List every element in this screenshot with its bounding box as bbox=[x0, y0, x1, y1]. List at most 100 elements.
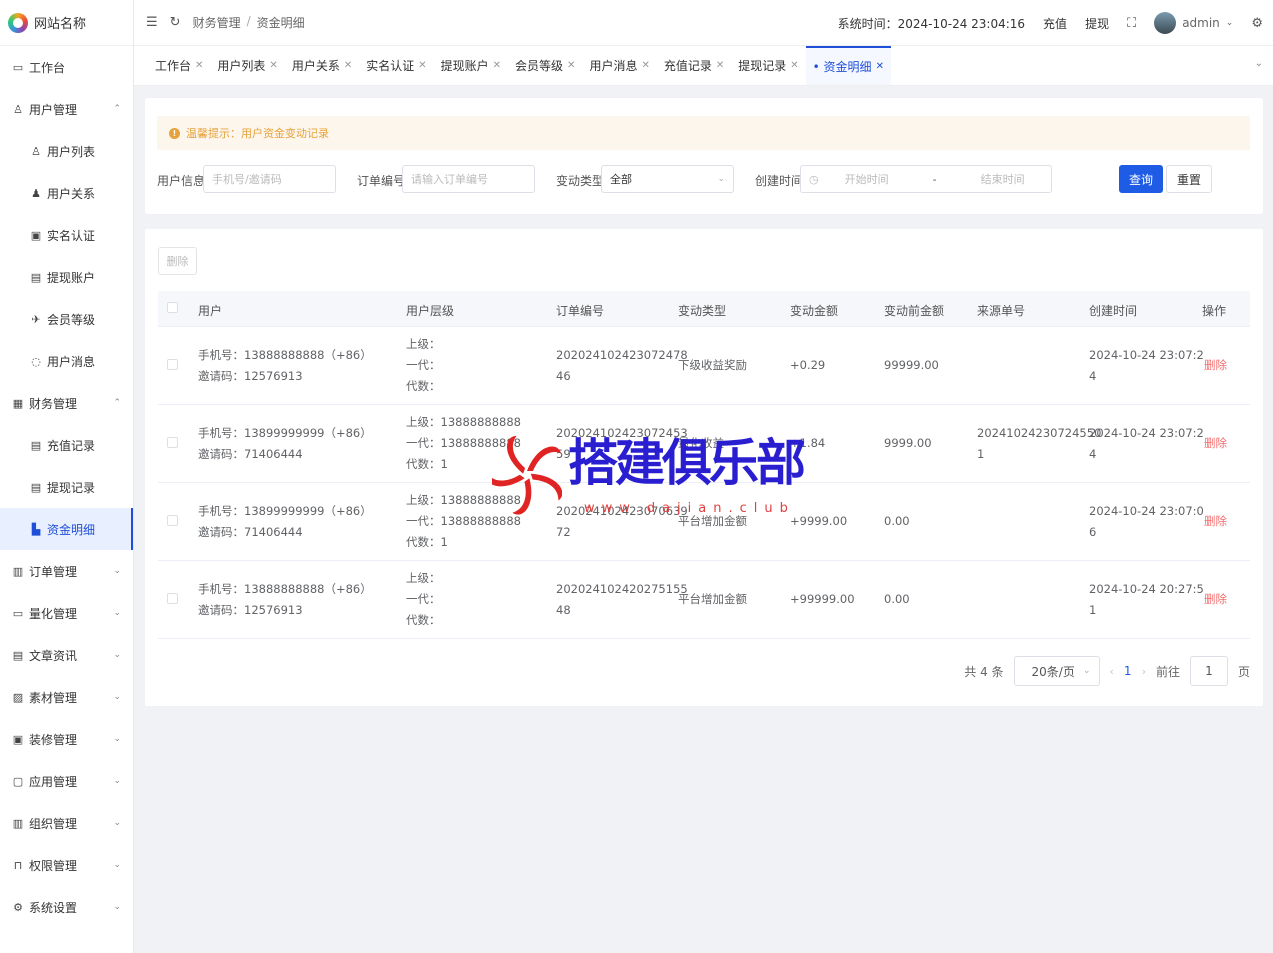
order-no-input[interactable]: 请输入订单编号 bbox=[402, 165, 535, 193]
close-icon[interactable]: ✕ bbox=[790, 60, 798, 71]
sidebar-item[interactable]: ▨ 素材管理 ⌄ bbox=[0, 676, 133, 718]
order-no-line: 59 bbox=[556, 447, 571, 461]
breadcrumb-item-current: 资金明细 bbox=[256, 16, 305, 30]
created-line: 2024-10-24 23:07:2 bbox=[1089, 348, 1204, 362]
created-line: 6 bbox=[1089, 525, 1097, 539]
batch-delete-button[interactable]: 删除 bbox=[158, 247, 197, 275]
row-delete-link[interactable]: 删除 bbox=[1204, 355, 1227, 376]
sidebar-item-label: 用户列表 bbox=[47, 144, 96, 159]
amount-cell: +99999.00 bbox=[790, 592, 855, 606]
tab[interactable]: 用户消息 ✕ bbox=[582, 46, 656, 85]
tab-label: 工作台 bbox=[155, 59, 192, 73]
row-checkbox[interactable] bbox=[167, 437, 178, 448]
goto-label: 前往 bbox=[1155, 664, 1180, 679]
row-delete-link[interactable]: 删除 bbox=[1204, 511, 1227, 532]
sidebar-item[interactable]: ▤ 提现记录 bbox=[0, 466, 133, 508]
sidebar-item-label: 权限管理 bbox=[29, 858, 78, 873]
fullscreen-icon[interactable]: ⛶ bbox=[1127, 16, 1136, 31]
sidebar-item[interactable]: ▤ 提现账户 bbox=[0, 256, 133, 298]
sidebar-item[interactable]: ▤ 充值记录 bbox=[0, 424, 133, 466]
created-line: 4 bbox=[1089, 447, 1097, 461]
created-line: 1 bbox=[1089, 603, 1097, 617]
withdraw-link[interactable]: 提现 bbox=[1085, 15, 1109, 32]
monitor-icon: ▭ bbox=[12, 60, 24, 74]
sidebar-item[interactable]: ▙ 资金明细 bbox=[0, 508, 133, 550]
date-range-picker[interactable]: ◷ 开始时间 - 结束时间 bbox=[800, 165, 1052, 193]
tab[interactable]: 用户关系 ✕ bbox=[285, 46, 359, 85]
sidebar-item[interactable]: ▭ 量化管理 ⌄ bbox=[0, 592, 133, 634]
sidebar-item[interactable]: ▥ 组织管理 ⌄ bbox=[0, 802, 133, 844]
tab[interactable]: 工作台 ✕ bbox=[148, 46, 210, 85]
settings-gear-icon[interactable]: ⚙ bbox=[1251, 16, 1263, 31]
goto-page-input[interactable]: 1 bbox=[1189, 656, 1228, 686]
tab[interactable]: 提现账户 ✕ bbox=[434, 46, 508, 85]
sidebar-item[interactable]: ▣ 装修管理 ⌄ bbox=[0, 718, 133, 760]
page-size-select[interactable]: 20条/页 ⌄ bbox=[1013, 656, 1100, 686]
close-icon[interactable]: ✕ bbox=[195, 60, 203, 71]
prev-page-icon[interactable]: ‹ bbox=[1110, 665, 1114, 678]
sidebar-item[interactable]: ▢ 应用管理 ⌄ bbox=[0, 760, 133, 802]
refresh-icon[interactable]: ↻ bbox=[170, 15, 181, 30]
close-icon[interactable]: ✕ bbox=[269, 60, 277, 71]
col-order-no: 订单编号 bbox=[556, 304, 605, 318]
sidebar-item[interactable]: ♙ 用户列表 bbox=[0, 130, 133, 172]
created-line: 2024-10-24 23:07:0 bbox=[1089, 504, 1204, 518]
level-cell: 上级：13888888888 一代：13888888888 代数：1 bbox=[406, 412, 521, 475]
logo[interactable]: 网站名称 bbox=[0, 0, 133, 46]
tab[interactable]: 充值记录 ✕ bbox=[657, 46, 731, 85]
sidebar-item[interactable]: ▣ 实名认证 bbox=[0, 214, 133, 256]
user-info-input[interactable]: 手机号/邀请码 bbox=[203, 165, 336, 193]
tab[interactable]: 用户列表 ✕ bbox=[210, 46, 284, 85]
user-menu[interactable]: admin ⌄ bbox=[1154, 12, 1233, 34]
breadcrumb-separator: / bbox=[246, 14, 251, 28]
sidebar-item[interactable]: ♙ 用户管理 ⌃ bbox=[0, 88, 133, 130]
tabs-more-chevron-icon[interactable]: ⌄ bbox=[1255, 58, 1263, 69]
user-icon: ♙ bbox=[13, 102, 23, 116]
select-all-checkbox[interactable] bbox=[167, 302, 178, 313]
pagination: 共 4 条 20条/页 ⌄ ‹ 1 › 前往 1 页 bbox=[964, 656, 1250, 686]
tab[interactable]: 会员等级 ✕ bbox=[508, 46, 582, 85]
sidebar-item[interactable]: ▦ 财务管理 ⌃ bbox=[0, 382, 133, 424]
close-icon[interactable]: ✕ bbox=[493, 60, 501, 71]
row-checkbox[interactable] bbox=[167, 359, 178, 370]
query-button[interactable]: 查询 bbox=[1119, 165, 1164, 193]
row-checkbox[interactable] bbox=[167, 515, 178, 526]
sidebar-item[interactable]: ▭ 工作台 bbox=[0, 46, 133, 88]
menu-fold-icon[interactable]: ☰ bbox=[146, 15, 158, 30]
change-type-label: 变动类型 bbox=[556, 174, 605, 188]
sidebar-item[interactable]: ◌ 用户消息 bbox=[0, 340, 133, 382]
close-icon[interactable]: ✕ bbox=[344, 60, 352, 71]
sidebar-item[interactable]: ▤ 文章资讯 ⌄ bbox=[0, 634, 133, 676]
close-icon[interactable]: ✕ bbox=[641, 60, 649, 71]
change-type-cell: 量化收益 bbox=[678, 436, 724, 450]
row-checkbox[interactable] bbox=[167, 593, 178, 604]
users-icon: ♟ bbox=[31, 186, 41, 200]
sidebar-item[interactable]: ⚙ 系统设置 ⌄ bbox=[0, 886, 133, 928]
menu-arrow-icon: ⌄ bbox=[113, 650, 121, 660]
next-page-icon[interactable]: › bbox=[1142, 665, 1146, 678]
recharge-link[interactable]: 充值 bbox=[1043, 15, 1067, 32]
tab[interactable]: 实名认证 ✕ bbox=[359, 46, 433, 85]
close-icon[interactable]: ✕ bbox=[876, 61, 884, 72]
close-icon[interactable]: ✕ bbox=[418, 60, 426, 71]
reset-button[interactable]: 重置 bbox=[1166, 165, 1213, 193]
col-amount: 变动金额 bbox=[790, 304, 839, 318]
sidebar-item[interactable]: ▥ 订单管理 ⌄ bbox=[0, 550, 133, 592]
sidebar-item[interactable]: ✈ 会员等级 bbox=[0, 298, 133, 340]
sidebar: 网站名称 ▭ 工作台 ♙ 用户管理 ⌃ ♙ 用户列表 ♟ 用户关系 ▣ 实名认证 ▤ 提现账户 ✈ 会员等级… bbox=[0, 0, 134, 953]
change-type-select[interactable]: 全部 ⌄ bbox=[601, 165, 734, 193]
close-icon[interactable]: ✕ bbox=[716, 60, 724, 71]
close-icon[interactable]: ✕ bbox=[567, 60, 575, 71]
row-delete-link[interactable]: 删除 bbox=[1204, 433, 1227, 454]
breadcrumb: 财务管理 / 资金明细 bbox=[193, 14, 305, 31]
tab[interactable]: • 资金明细 ✕ bbox=[805, 46, 891, 85]
tab[interactable]: 提现记录 ✕ bbox=[731, 46, 805, 85]
sidebar-item-label: 装修管理 bbox=[29, 732, 78, 747]
page-number[interactable]: 1 bbox=[1124, 664, 1132, 678]
breadcrumb-item[interactable]: 财务管理 bbox=[193, 14, 241, 31]
sidebar-item-label: 提现记录 bbox=[47, 480, 96, 495]
order-no-cell: 202024102423072453 59 bbox=[556, 423, 688, 465]
row-delete-link[interactable]: 删除 bbox=[1204, 589, 1227, 610]
sidebar-item[interactable]: ♟ 用户关系 bbox=[0, 172, 133, 214]
sidebar-item[interactable]: ⊓ 权限管理 ⌄ bbox=[0, 844, 133, 886]
